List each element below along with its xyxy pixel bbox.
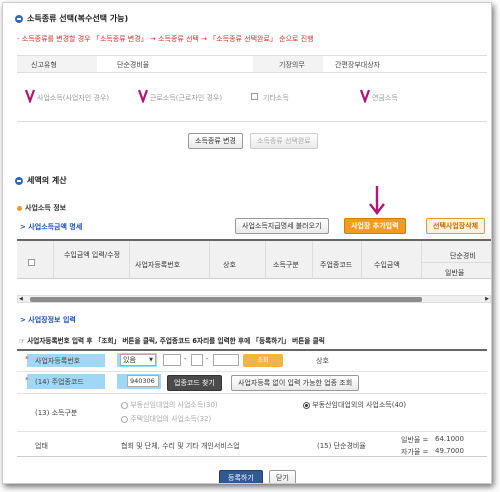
option-label: 기타소득 bbox=[263, 94, 289, 102]
business-income-link[interactable]: > 사업소득금액 명세 bbox=[20, 222, 82, 232]
reg-no-part1-input[interactable] bbox=[163, 354, 181, 366]
register-button[interactable]: 등록하기 bbox=[219, 470, 263, 483]
scroll-right-icon[interactable]: ▶ bbox=[485, 297, 489, 302]
complete-income-type-button[interactable]: 소득종류 선택완료 bbox=[250, 133, 318, 149]
business-info-input-link[interactable]: > 사업장정보 입력 bbox=[20, 315, 76, 325]
business-type-value: 협회 및 단체, 수리 및 기타 개인서비스업 bbox=[121, 442, 240, 450]
income-type-title-text: 소득종류 선택(복수선택 가능) bbox=[27, 14, 129, 23]
reg-no-select-value: 있음 bbox=[123, 356, 136, 364]
col-header-income-class: 소득구분 bbox=[273, 261, 299, 269]
col-header-general-rate: 일반율 bbox=[445, 269, 465, 277]
section-bullet-icon bbox=[15, 14, 23, 23]
radio-button[interactable] bbox=[121, 415, 128, 423]
reg-no-label: 사업자등록번호 bbox=[35, 357, 81, 365]
report-type-label: 신고유형 bbox=[31, 61, 57, 69]
checkmark-icon bbox=[25, 89, 35, 103]
col-header-industry-code: 주업종코드 bbox=[320, 261, 353, 269]
business-type-row: 업태 협회 및 단체, 수리 및 기타 개인서비스업 (15) 단순경비율 일반… bbox=[17, 431, 487, 457]
reg-no-select[interactable]: 있음 ▼ bbox=[120, 354, 156, 366]
col-header-trade-name: 상호 bbox=[223, 261, 236, 269]
business-type-label: 업태 bbox=[35, 442, 48, 450]
col-header-simple-rate: 단순경비 bbox=[450, 252, 476, 260]
divider bbox=[17, 121, 487, 122]
scroll-left-icon[interactable]: ◀ bbox=[19, 297, 23, 302]
option-label: 근로소득(근로자인 경우) bbox=[150, 94, 223, 102]
business-table-header: 수입금액 입력/수정 사업자등록번호 상호 소득구분 주업종코드 수입금액 단순… bbox=[17, 239, 491, 279]
find-industry-code-button[interactable]: 업종코드 찾기 bbox=[167, 375, 222, 391]
checkbox[interactable] bbox=[251, 93, 258, 100]
bookkeeping-label: 기장의무 bbox=[279, 61, 305, 69]
radio-non-rental-40[interactable]: 부동산임대업외의 사업소득(40) bbox=[303, 400, 406, 410]
checkmark-icon bbox=[138, 89, 148, 103]
business-income-info-text: 사업소득 정보 bbox=[25, 204, 67, 212]
income-class-row: (13) 소득구분 부동산임대업의 사업소득(30) 부동산임대업외의 사업소득… bbox=[17, 393, 487, 429]
radio-button[interactable] bbox=[303, 401, 310, 409]
down-arrow-icon bbox=[369, 186, 385, 215]
required-mark: * bbox=[25, 376, 29, 384]
section-bullet-icon bbox=[15, 176, 23, 185]
radio-button[interactable] bbox=[121, 401, 128, 409]
income-class-label: (13) 소득구분 bbox=[35, 409, 78, 417]
report-type-row: 신고유형 단순경비율 기장의무 간편장부대상자 bbox=[17, 55, 487, 73]
lookup-button[interactable]: 조회 bbox=[243, 354, 283, 367]
radio-rental-30[interactable]: 부동산임대업의 사업소득(30) bbox=[121, 400, 218, 410]
income-type-section-title: 소득종류 선택(복수선택 가능) bbox=[15, 13, 128, 24]
window: 소득종류 선택(복수선택 가능) - 소득종류를 변경할 경우 「소득종류 변경… bbox=[2, 2, 492, 484]
business-income-info: 사업소득 정보 bbox=[17, 203, 66, 213]
own-rate-label: 자가율 = bbox=[401, 448, 429, 456]
add-business-place-button[interactable]: 사업장 추가입력 bbox=[344, 218, 406, 234]
income-type-notice: - 소득종류를 변경할 경우 「소득종류 변경」 → 소득종류 선택 → 「소득… bbox=[17, 35, 314, 43]
option-label: 연금소득 bbox=[372, 94, 398, 102]
col-header-revenue: 수입금액 bbox=[374, 261, 400, 269]
change-income-type-button[interactable]: 소득종류 변경 bbox=[188, 133, 243, 149]
radio-housing-32[interactable]: 주택임대업의 사업소득(32) bbox=[121, 414, 211, 424]
option-label: 사업소득(사업자인 경우) bbox=[37, 94, 110, 102]
col-header-reg-no: 사업자등록번호 bbox=[135, 261, 181, 269]
industry-code-label: (14) 주업종코드 bbox=[35, 378, 84, 386]
checkmark-icon bbox=[360, 89, 370, 103]
bookkeeping-value: 간편장부대상자 bbox=[335, 61, 381, 69]
select-all-checkbox[interactable] bbox=[28, 259, 35, 266]
chevron-down-icon: ▼ bbox=[149, 357, 153, 363]
delete-business-place-button[interactable]: 선택사업장삭제 bbox=[426, 218, 486, 234]
tax-calc-title-text: 세액의 계산 bbox=[27, 176, 67, 185]
reg-no-part2-input[interactable] bbox=[191, 354, 203, 366]
reg-no-part3-input[interactable] bbox=[213, 354, 239, 366]
radio-label: 주택임대업의 사업소득(32) bbox=[130, 415, 212, 423]
load-business-income-button[interactable]: 사업소득지급명세 불러오기 bbox=[235, 218, 329, 234]
close-button[interactable]: 닫기 bbox=[269, 470, 296, 483]
orange-bullet-icon bbox=[17, 205, 22, 211]
radio-label: 부동산임대업외의 사업소득(40) bbox=[312, 401, 407, 409]
scrollbar-thumb[interactable] bbox=[30, 297, 422, 302]
industry-code-input[interactable]: 940306 bbox=[127, 375, 159, 387]
tax-calc-section-title: 세액의 계산 bbox=[15, 175, 67, 186]
dash: - bbox=[206, 355, 209, 363]
reg-no-row: * 사업자등록번호 있음 ▼ - - 조회 상호 bbox=[17, 349, 487, 369]
report-type-value: 단순경비율 bbox=[117, 61, 150, 69]
horizontal-scrollbar[interactable]: ◀ ▶ bbox=[17, 295, 491, 303]
dash: - bbox=[184, 355, 187, 363]
col-header-edit: 수입금액 입력/수정 bbox=[63, 251, 121, 259]
no-registration-industry-button[interactable]: 사업자등록 없이 입력 가능한 업종 조회 bbox=[231, 375, 360, 391]
radio-label: 부동산임대업의 사업소득(30) bbox=[130, 401, 218, 409]
own-rate-value: 49.7000 bbox=[435, 447, 464, 455]
required-mark: * bbox=[25, 355, 29, 363]
trade-name-label: 상호 bbox=[316, 357, 329, 365]
industry-code-row: * (14) 주업종코드 940306 업종코드 찾기 사업자등록 없이 입력 … bbox=[17, 371, 487, 391]
general-rate-value: 64.1000 bbox=[435, 435, 464, 443]
simple-rate-label: (15) 단순경비율 bbox=[317, 442, 366, 450]
input-instruction: ☞ 사업자등록번호 입력 후 「조회」 버튼을 클릭, 주업종코드 6자리를 입… bbox=[19, 337, 325, 345]
general-rate-label: 일반율 = bbox=[401, 436, 429, 444]
